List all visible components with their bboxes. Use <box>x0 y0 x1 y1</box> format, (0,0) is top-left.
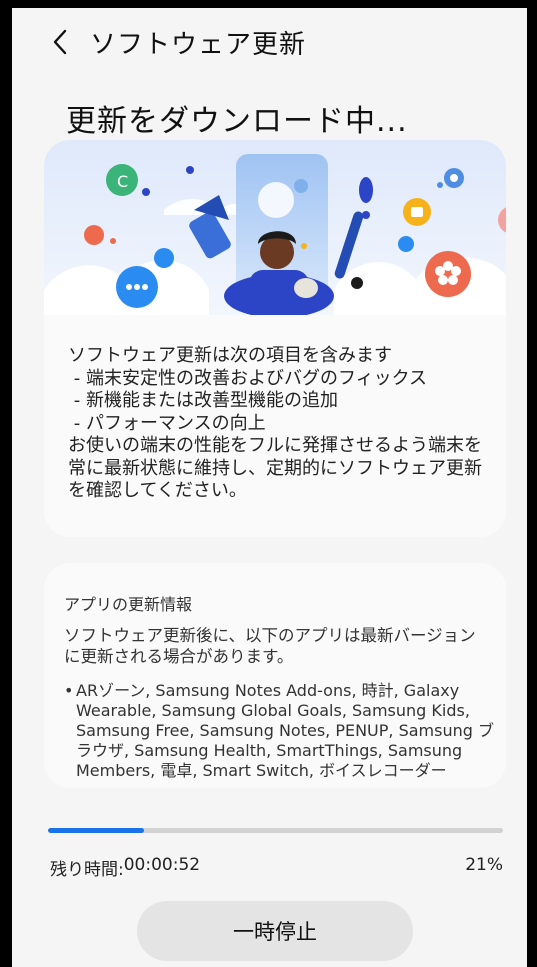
list-bullet: • <box>64 681 74 700</box>
pause-button[interactable]: 一時停止 <box>137 901 413 961</box>
progress-fill <box>48 828 144 833</box>
progress-percent: 21% <box>465 855 503 875</box>
software-update-screen: ソフトウェア更新 更新をダウンロード中... C ソフトウェア更新は次の項目を含… <box>12 8 527 967</box>
download-progress-bar <box>48 828 503 833</box>
app-update-list: • ARゾーン, Samsung Notes Add-ons, 時計, Gala… <box>64 681 494 781</box>
app-header: ソフトウェア更新 <box>12 8 527 76</box>
remaining-time-label: 残り時間: <box>50 860 124 880</box>
svg-text:C: C <box>117 172 128 191</box>
back-button[interactable] <box>32 14 88 70</box>
app-update-heading: アプリの更新情報 <box>64 595 193 614</box>
remaining-time-value: 00:00:52 <box>123 855 201 875</box>
chevron-left-icon <box>53 29 67 55</box>
update-contents-text: ソフトウェア更新は次の項目を含みます - 端末安定性の改善およびバグのフィックス… <box>68 345 482 501</box>
remaining-time: 残り時間: 00:00:52 <box>50 855 200 880</box>
update-info-card: C ソフトウェア更新は次の項目を含みます - 端末安定性の改善およびバグのフィッ… <box>44 140 506 537</box>
app-update-card: アプリの更新情報 ソフトウェア更新後に、以下のアプリは最新バージョンに更新される… <box>44 563 506 788</box>
update-illustration: C <box>44 140 506 315</box>
app-names-text: ARゾーン, Samsung Notes Add-ons, 時計, Galaxy… <box>76 681 494 780</box>
app-update-description: ソフトウェア更新後に、以下のアプリは最新バージョンに更新される場合があります。 <box>64 626 476 666</box>
page-title: 更新をダウンロード中... <box>66 104 408 139</box>
header-title: ソフトウェア更新 <box>90 29 307 60</box>
